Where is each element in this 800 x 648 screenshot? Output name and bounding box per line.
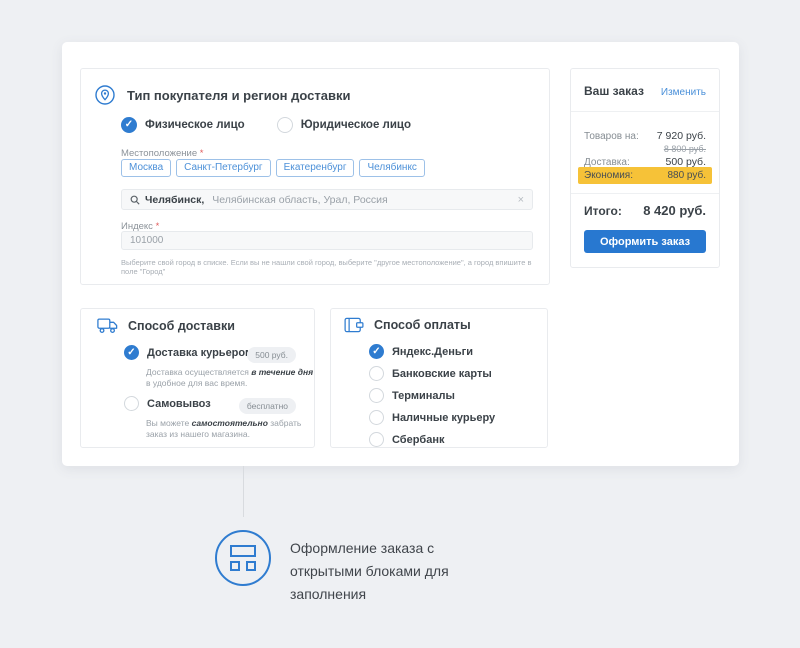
- edit-order-link[interactable]: Изменить: [661, 87, 706, 98]
- index-value: 101000: [130, 235, 163, 246]
- footer-caption: Оформление заказа с открытыми блоками дл…: [290, 537, 505, 606]
- truck-icon: [97, 317, 118, 334]
- savings-value: 880 руб.: [667, 170, 706, 181]
- buyer-card-header: Тип покупателя и регион доставки: [95, 85, 351, 105]
- radio-individual-circle[interactable]: ✓: [121, 117, 137, 133]
- payment-option-yandex[interactable]: ✓ Яндекс.Деньги: [369, 344, 473, 359]
- search-value-region: Челябинская область, Урал, Россия: [212, 194, 387, 206]
- clear-search-icon[interactable]: ×: [518, 194, 524, 206]
- search-icon: [130, 195, 140, 205]
- radio-yandex-circle[interactable]: ✓: [369, 344, 384, 359]
- desc-text: Доставка осуществляется: [146, 367, 251, 377]
- payment-option-terminals[interactable]: Терминалы: [369, 388, 455, 403]
- radio-pickup-circle[interactable]: [124, 396, 139, 411]
- radio-legal-circle[interactable]: [277, 117, 293, 133]
- city-helper-text: Выберите свой город в списке. Если вы не…: [121, 258, 549, 276]
- city-chip-moscow[interactable]: Москва: [121, 159, 171, 177]
- checkout-panel: Тип покупателя и регион доставки ✓ Физич…: [62, 42, 739, 466]
- courier-price-badge: 500 руб.: [247, 347, 296, 363]
- desc-emphasis: в течение дня: [251, 367, 313, 377]
- delivery-method-card: Способ доставки ✓ Доставка курьером 500 …: [80, 308, 315, 448]
- cash-label: Наличные курьеру: [392, 412, 495, 424]
- desc-text: Вы можете: [146, 418, 192, 428]
- radio-individual-label: Физическое лицо: [145, 119, 245, 131]
- city-chip-ekb[interactable]: Екатеренбург: [276, 159, 355, 177]
- cards-label: Банковские карты: [392, 368, 492, 380]
- radio-legal-label: Юридическое лицо: [301, 119, 411, 131]
- buyer-card-title: Тип покупателя и регион доставки: [127, 88, 351, 103]
- delivery-card-title: Способ доставки: [128, 319, 235, 333]
- total-row: Итого: 8 420 руб.: [584, 203, 706, 218]
- location-field-label: Местоположение *: [121, 148, 203, 159]
- buyer-region-card: Тип покупателя и регион доставки ✓ Физич…: [80, 68, 550, 285]
- city-chips: Москва Санкт-Петербург Екатеренбург Челя…: [121, 159, 425, 177]
- terminals-label: Терминалы: [392, 390, 455, 402]
- connector-line: [243, 466, 244, 517]
- desc-text: заказ из нашего магазина.: [146, 429, 250, 439]
- wallet-icon: [344, 317, 364, 333]
- delivery-option-courier[interactable]: ✓ Доставка курьером: [124, 345, 253, 360]
- pickup-price-badge: бесплатно: [239, 398, 296, 414]
- divider: [571, 193, 719, 194]
- radio-terminals-circle[interactable]: [369, 388, 384, 403]
- courier-label: Доставка курьером: [147, 347, 253, 359]
- yandex-label: Яндекс.Деньги: [392, 346, 473, 358]
- pickup-description: Вы можете самостоятельно забрать заказ и…: [146, 418, 301, 440]
- items-total-row: Товаров на: 7 920 руб.: [584, 130, 706, 142]
- pickup-label: Самовывоз: [147, 398, 211, 410]
- savings-highlight-row: Экономия: 880 руб.: [578, 167, 712, 184]
- check-icon: ✓: [127, 348, 135, 358]
- check-icon: ✓: [125, 120, 133, 130]
- order-summary-card: Ваш заказ Изменить Товаров на: 7 920 руб…: [570, 68, 720, 268]
- radio-sberbank-circle[interactable]: [369, 432, 384, 447]
- items-old-price: 8 800 руб.: [664, 144, 706, 154]
- desc-emphasis: самостоятельно: [192, 418, 268, 428]
- search-value-city: Челябинск,: [145, 194, 207, 206]
- total-label: Итого:: [584, 204, 622, 218]
- check-icon: ✓: [372, 347, 380, 357]
- total-value: 8 420 руб.: [643, 203, 706, 218]
- city-chip-spb[interactable]: Санкт-Петербург: [176, 159, 270, 177]
- city-search-input[interactable]: Челябинск, Челябинская область, Урал, Ро…: [121, 189, 533, 210]
- radio-cards-circle[interactable]: [369, 366, 384, 381]
- radio-cash-circle[interactable]: [369, 410, 384, 425]
- payment-option-sberbank[interactable]: Сбербанк: [369, 432, 445, 447]
- radio-individual[interactable]: ✓ Физическое лицо: [121, 117, 245, 133]
- radio-courier-circle[interactable]: ✓: [124, 345, 139, 360]
- buyer-type-options: ✓ Физическое лицо Юридическое лицо: [121, 117, 411, 133]
- summary-title: Ваш заказ: [584, 84, 644, 98]
- city-chip-chel[interactable]: Челябинкс: [359, 159, 424, 177]
- sberbank-label: Сбербанк: [392, 434, 445, 446]
- radio-legal-entity[interactable]: Юридическое лицо: [277, 117, 411, 133]
- items-value: 7 920 руб.: [657, 130, 706, 142]
- payment-option-cards[interactable]: Банковские карты: [369, 366, 492, 381]
- payment-method-card: Способ оплаты ✓ Яндекс.Деньги Банковские…: [330, 308, 548, 448]
- divider: [571, 111, 719, 112]
- courier-description: Доставка осуществляется в течение дня в …: [146, 367, 313, 389]
- desc-text: в удобное для вас время.: [146, 378, 247, 388]
- required-asterisk: *: [200, 148, 204, 159]
- location-pin-icon: [95, 85, 115, 105]
- payment-card-title: Способ оплаты: [374, 318, 471, 332]
- payment-option-cash[interactable]: Наличные курьеру: [369, 410, 495, 425]
- items-label: Товаров на:: [584, 131, 639, 142]
- index-input[interactable]: 101000: [121, 231, 533, 250]
- savings-label: Экономия:: [584, 170, 633, 181]
- location-label-text: Местоположение: [121, 148, 197, 159]
- delivery-option-pickup[interactable]: Самовывоз: [124, 396, 211, 411]
- place-order-button[interactable]: Оформить заказ: [584, 230, 706, 253]
- desc-text: забрать: [268, 418, 301, 428]
- layout-blocks-icon: [215, 530, 271, 586]
